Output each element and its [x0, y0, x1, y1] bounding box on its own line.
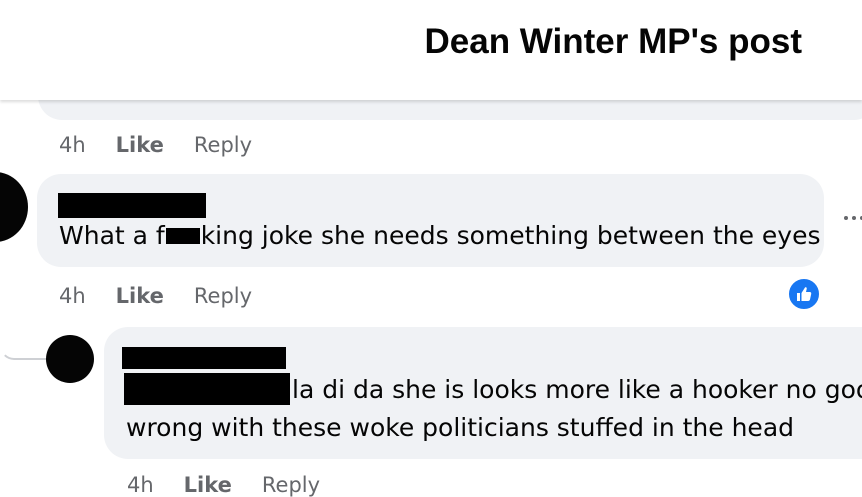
comment-time[interactable]: 4h: [127, 473, 154, 497]
avatar[interactable]: [46, 335, 94, 383]
redacted-name: [58, 193, 206, 218]
more-options-icon[interactable]: [844, 212, 862, 222]
comment-bubble: What a f king joke she needs something be…: [37, 174, 824, 267]
avatar[interactable]: [0, 172, 28, 242]
redaction-block: [165, 228, 200, 244]
page-title: Dean Winter MP's post: [424, 22, 803, 61]
comment-time[interactable]: 4h: [59, 133, 86, 157]
like-button[interactable]: Like: [116, 284, 164, 308]
post-header: Dean Winter MP's post: [0, 0, 862, 100]
redacted-name: [122, 347, 286, 369]
comment-time[interactable]: 4h: [59, 284, 86, 308]
reply-button[interactable]: Reply: [194, 133, 252, 157]
comment-actions: 4h Like Reply: [59, 284, 252, 308]
redacted-text: [124, 373, 290, 405]
comment-text: What a f king joke she needs something be…: [59, 221, 821, 250]
comment-actions: 4h Like Reply: [127, 473, 320, 497]
comment-text: la di da she is looks more like a hooker…: [292, 375, 862, 404]
comment-text: wrong with these woke politicians stuffe…: [126, 413, 795, 442]
like-button[interactable]: Like: [184, 473, 232, 497]
reply-thread-line: [0, 330, 48, 360]
thumbs-up-icon[interactable]: [787, 277, 821, 311]
reply-button[interactable]: Reply: [194, 284, 252, 308]
like-button[interactable]: Like: [116, 133, 164, 157]
reply-button[interactable]: Reply: [262, 473, 320, 497]
comment-actions: 4h Like Reply: [59, 133, 252, 157]
comment-bubble: la di da she is looks more like a hooker…: [104, 327, 862, 459]
